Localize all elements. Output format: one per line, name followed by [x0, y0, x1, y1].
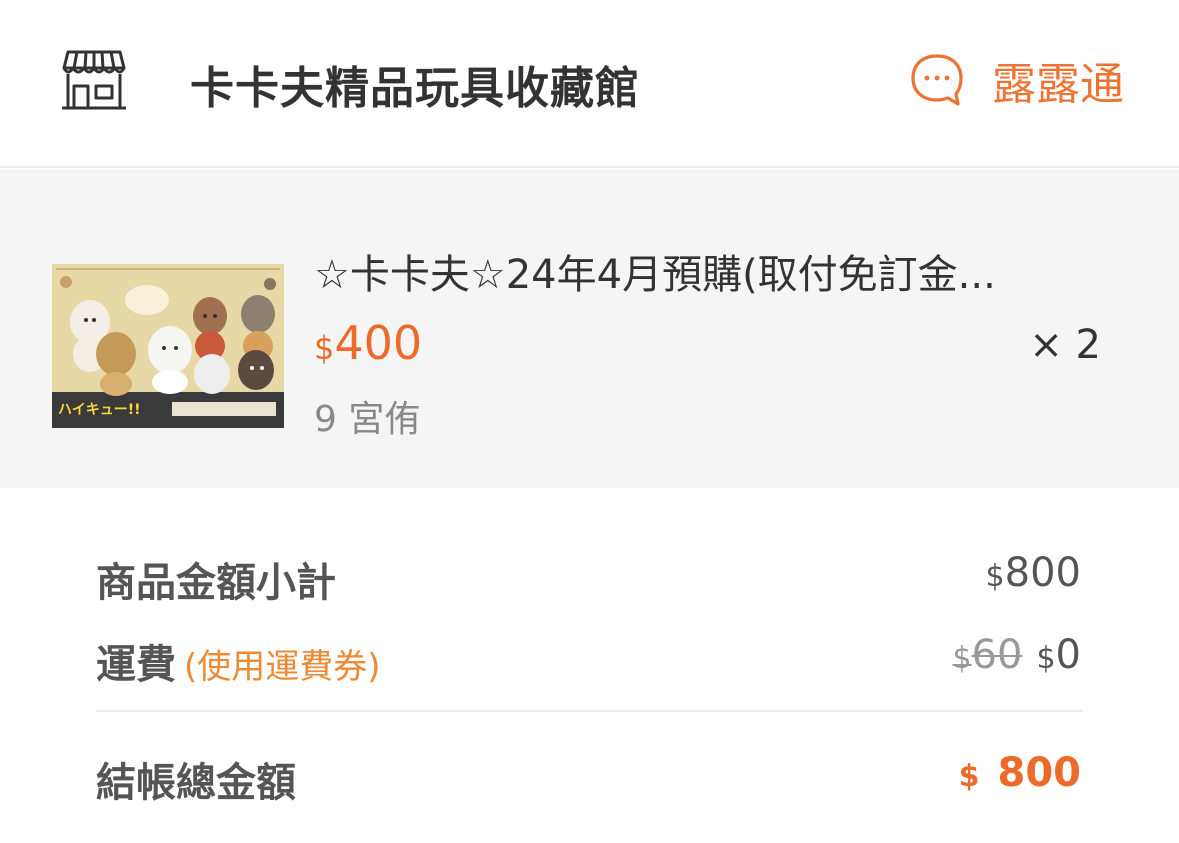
product-thumbnail[interactable]: ハイキュー!! [52, 264, 284, 428]
product-price-value: 400 [334, 316, 423, 370]
total-currency: $ [958, 759, 980, 794]
chat-label: 露露通 [992, 59, 1124, 110]
shipping-currency: $ [1036, 641, 1056, 676]
subtotal-label: 商品金額小計 [96, 560, 336, 606]
shipping-original-amount: 60 [971, 632, 1023, 678]
shipping-label: 運費 [96, 642, 176, 688]
shop-header: 卡卡夫精品玩具收藏館 露露通 [0, 0, 1179, 168]
product-variant: 9 宮侑 [314, 399, 421, 440]
order-summary: 商品金額小計 $800 運費 (使用運費券) $60 $0 結帳總金額 $800 [0, 488, 1179, 843]
total-label: 結帳總金額 [96, 760, 296, 806]
subtotal-value: $800 [986, 550, 1081, 596]
shipping-amount: 0 [1055, 632, 1081, 678]
subtotal-amount: 800 [1004, 550, 1081, 596]
product-price-currency: $ [314, 329, 335, 367]
chat-bubble-icon [908, 51, 966, 109]
total-value: $800 [959, 750, 1081, 796]
subtotal-currency: $ [985, 559, 1005, 594]
shipping-coupon-note: (使用運費券) [184, 647, 381, 687]
storefront-icon[interactable] [58, 44, 130, 116]
product-item[interactable]: ハイキュー!! ☆卡卡夫☆24年4月預購(取付免訂金... $400 × 2 9… [0, 170, 1179, 488]
shipping-original-currency: $ [952, 641, 972, 676]
shipping-original-price: $60 [952, 632, 1022, 678]
thumbnail-logo: ハイキュー!! [58, 402, 141, 418]
shipping-label-row: 運費 (使用運費券) [96, 632, 381, 690]
product-title[interactable]: ☆卡卡夫☆24年4月預購(取付免訂金... [314, 242, 1114, 300]
product-price: $400 [314, 316, 422, 370]
shipping-value: $60 $0 [952, 632, 1081, 678]
product-quantity: × 2 [1029, 322, 1101, 368]
summary-divider [96, 710, 1083, 712]
total-amount: 800 [997, 750, 1082, 796]
store-name[interactable]: 卡卡夫精品玩具收藏館 [190, 52, 640, 116]
chat-button[interactable]: 露露通 [908, 50, 1124, 110]
